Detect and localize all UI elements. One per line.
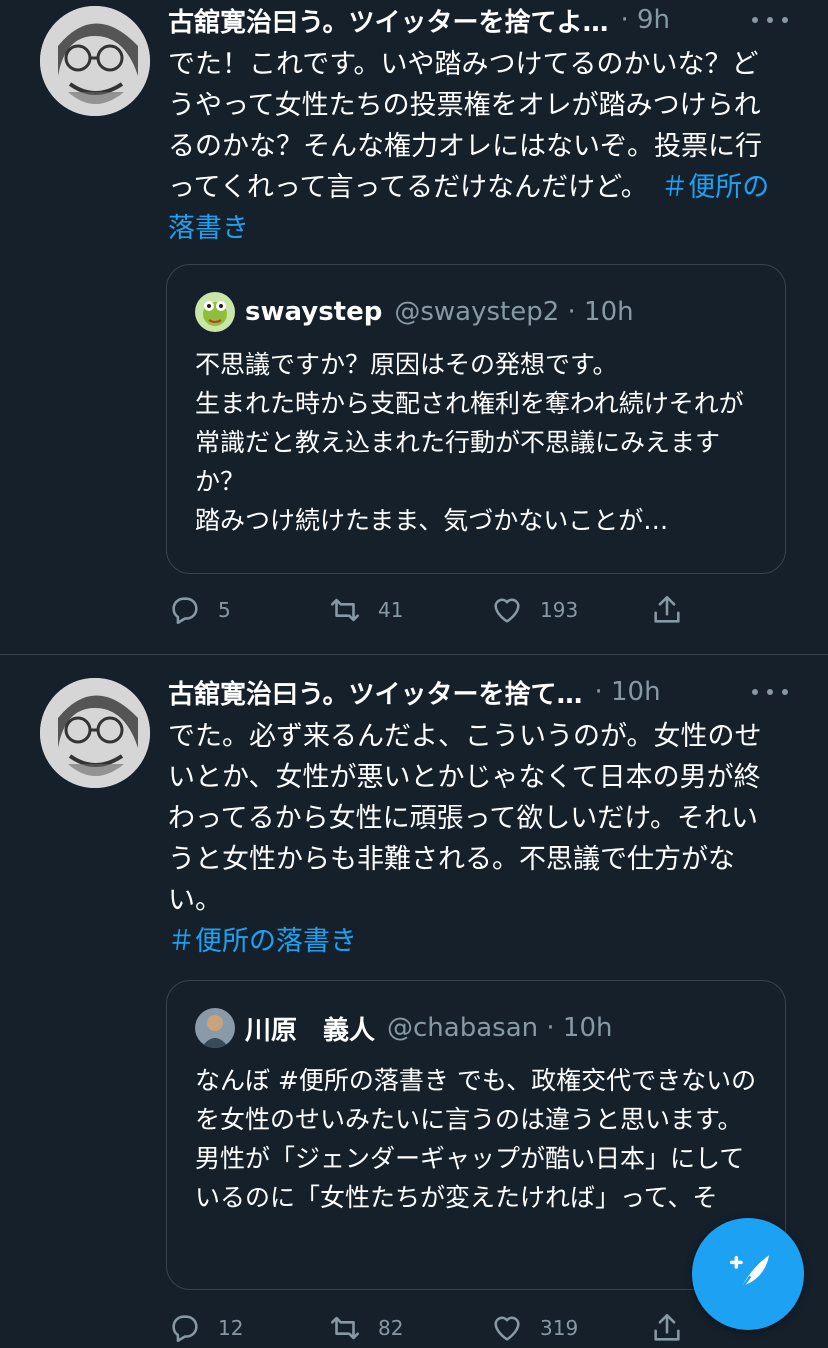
- like-button[interactable]: 319: [490, 1308, 578, 1348]
- like-count: 319: [540, 1316, 579, 1340]
- retweet-button[interactable]: 41: [328, 590, 403, 630]
- tweet-time[interactable]: · 9h: [620, 5, 670, 35]
- retweet-count: 41: [378, 598, 404, 622]
- author-name[interactable]: 古舘寛治曰う。ツイッターを捨て…: [168, 674, 582, 711]
- like-count: 193: [540, 598, 579, 622]
- tweet-time[interactable]: · 10h: [594, 677, 660, 707]
- reply-icon: [172, 597, 198, 625]
- compose-tweet-button[interactable]: [692, 1218, 804, 1330]
- reply-button[interactable]: 5: [168, 590, 231, 630]
- quote-avatar: [195, 292, 235, 332]
- share-button[interactable]: [650, 1308, 700, 1348]
- heart-icon: [494, 598, 520, 623]
- retweet-icon: [330, 1316, 360, 1340]
- tweet-actions: 12 82 319: [168, 1308, 708, 1348]
- tweet-2[interactable]: 古舘寛治曰う。ツイッターを捨て… · 10h でた。必ず来るんだよ、こういうのが…: [0, 672, 828, 1343]
- quote-text: 不思議ですか？原因はその発想です。 生まれた時から支配され権利を奪われ続けそれが…: [195, 350, 744, 535]
- tweet-1[interactable]: 古舘寛治曰う。ツイッターを捨てよ… · 9h でた！これです。いや踏みつけてるの…: [0, 0, 828, 650]
- quoted-tweet-card[interactable]: 川原 義人 @chabasan · 10h なんぼ #便所の落書き でも、政権交…: [166, 980, 786, 1290]
- compose-tweet-icon: [729, 1255, 769, 1294]
- author-avatar[interactable]: [40, 6, 150, 116]
- retweet-count: 82: [378, 1316, 404, 1340]
- reply-count: 5: [218, 598, 231, 622]
- quote-author-name: swaystep: [245, 297, 383, 327]
- share-button[interactable]: [650, 590, 700, 630]
- like-button[interactable]: 193: [490, 590, 578, 630]
- quote-avatar: [195, 1008, 235, 1048]
- tweet-actions: 5 41 193: [168, 590, 708, 630]
- hashtag-link[interactable]: ＃便所の落書き: [168, 926, 357, 957]
- tweet-text: でた。必ず来るんだよ、こういうのが。女性のせいとか、女性が悪いとかじゃなくて日本…: [168, 716, 778, 962]
- share-icon: [654, 1313, 680, 1341]
- retweet-icon: [330, 598, 360, 622]
- quote-header: 川原 義人 @chabasan · 10h: [195, 1007, 612, 1049]
- reply-icon: [172, 1315, 198, 1343]
- quote-author-handle: @chabasan · 10h: [387, 1013, 613, 1043]
- quoted-tweet-card[interactable]: swaystep @swaystep2 · 10h 不思議ですか？原因はその発想…: [166, 264, 786, 574]
- reply-button[interactable]: 12: [168, 1308, 243, 1348]
- quote-author-handle: @swaystep2 · 10h: [394, 297, 634, 327]
- retweet-button[interactable]: 82: [328, 1308, 403, 1348]
- author-avatar[interactable]: [40, 678, 150, 788]
- share-icon: [654, 595, 680, 623]
- tweet-divider: [0, 654, 828, 655]
- tweet-header: 古舘寛治曰う。ツイッターを捨て… · 10h: [168, 672, 788, 712]
- quote-header: swaystep @swaystep2 · 10h: [195, 291, 634, 333]
- reply-count: 12: [218, 1316, 244, 1340]
- tweet-header: 古舘寛治曰う。ツイッターを捨てよ… · 9h: [168, 0, 788, 40]
- heart-icon: [494, 1316, 520, 1341]
- quote-author-name: 川原 義人: [245, 1015, 376, 1046]
- author-name[interactable]: 古舘寛治曰う。ツイッターを捨てよ…: [168, 2, 608, 39]
- more-icon[interactable]: [752, 4, 788, 36]
- tweet-text: でた！これです。いや踏みつけてるのかいな？どうやって女性たちの投票権をオレが踏み…: [168, 44, 778, 249]
- tweet-body: でた。必ず来るんだよ、こういうのが。女性のせいとか、女性が悪いとかじゃなくて日本…: [168, 721, 762, 916]
- more-icon[interactable]: [752, 676, 788, 708]
- quote-text: なんぼ #便所の落書き でも、政権交代できないのを女性のせいみたいに言うのは違う…: [195, 1066, 757, 1212]
